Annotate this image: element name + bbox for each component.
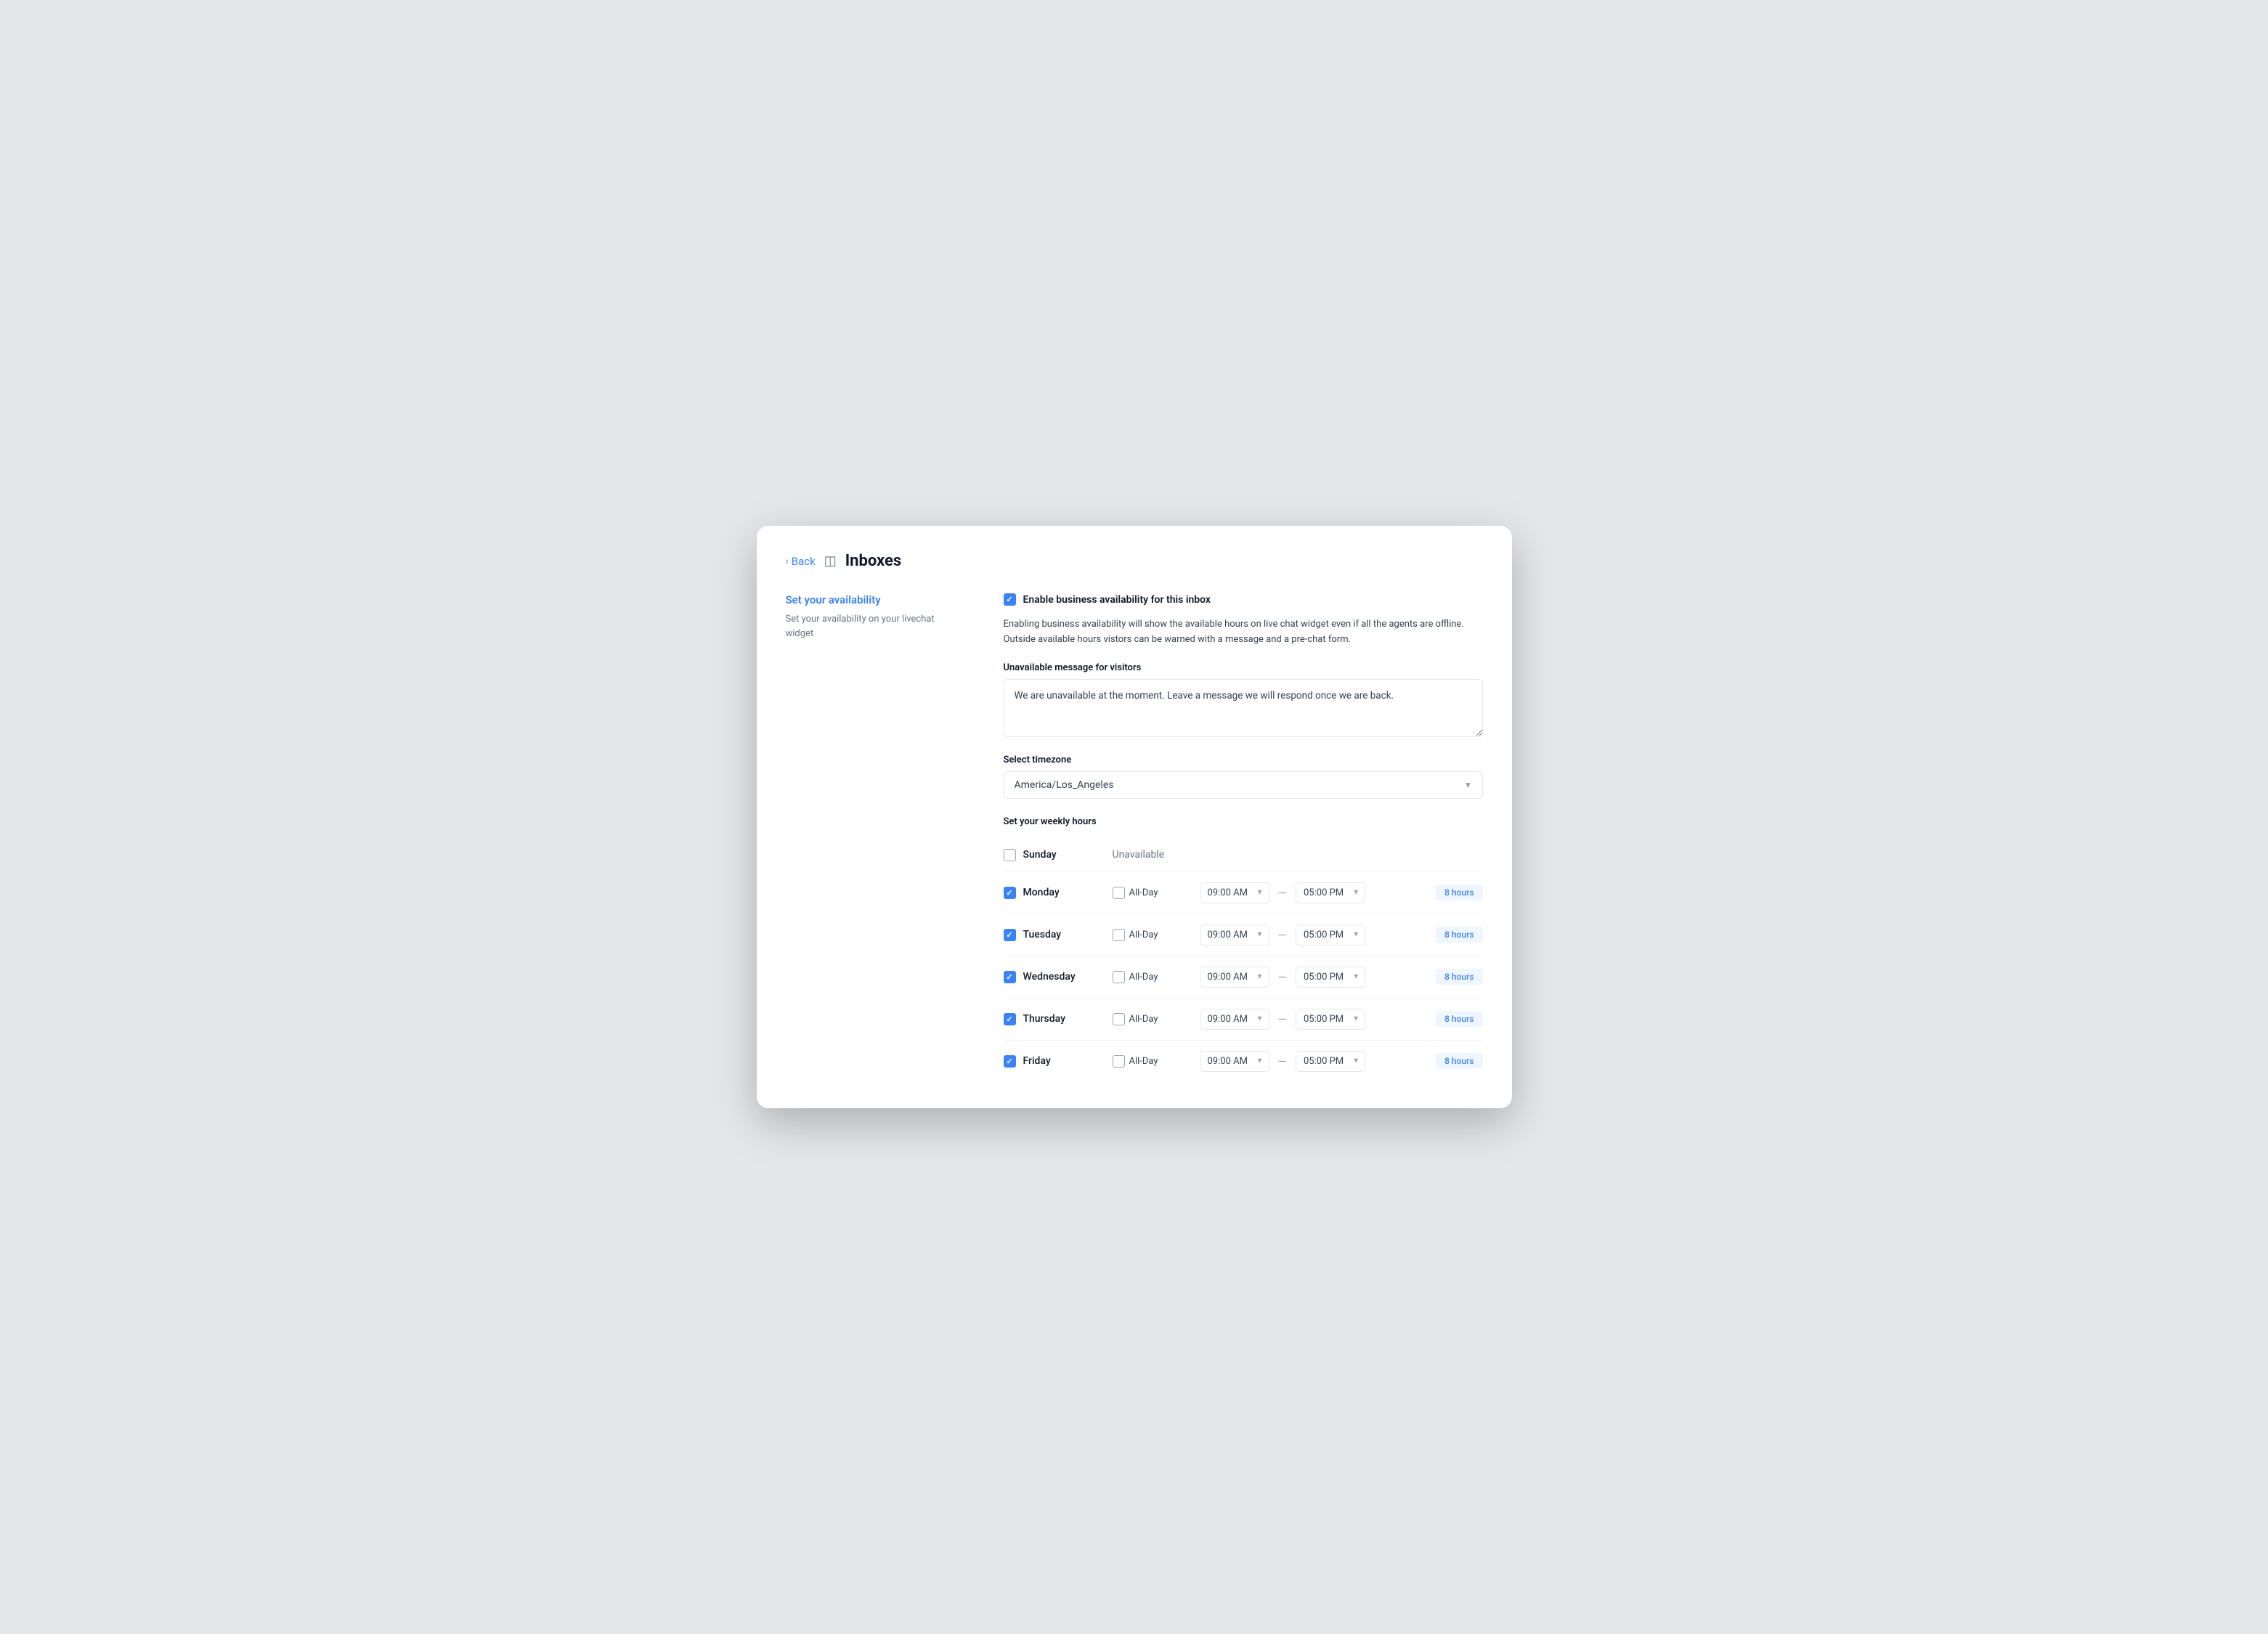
tuesday-start-time[interactable]: 09:00 AM 08:00 AM 10:00 AM 12:00 PM: [1200, 924, 1269, 946]
friday-allday-area: All-Day: [1113, 1055, 1185, 1068]
right-panel: Enable business availability for this in…: [1004, 593, 1483, 1082]
sunday-unavailable: Unavailable: [1113, 849, 1165, 861]
wednesday-hours-badge: 8 hours: [1436, 969, 1482, 985]
tuesday-hours-badge: 8 hours: [1436, 927, 1482, 943]
thursday-end-wrap: 05:00 PM 04:00 PM 06:00 PM 08:00 PM ▼: [1296, 1009, 1365, 1030]
friday-allday-label: All-Day: [1129, 1056, 1158, 1067]
tuesday-label: Tuesday: [1023, 929, 1062, 940]
left-panel: Set your availability Set your availabil…: [786, 593, 960, 1082]
timezone-label: Select timezone: [1004, 755, 1483, 765]
monday-hours-badge: 8 hours: [1436, 885, 1482, 901]
monday-dash: —: [1275, 886, 1291, 900]
monday-start-wrap: 09:00 AM 08:00 AM 10:00 AM 12:00 PM ▼: [1200, 882, 1269, 903]
thursday-checkbox-area: Thursday: [1004, 1013, 1098, 1025]
friday-hours-badge: 8 hours: [1436, 1053, 1482, 1069]
friday-end-time[interactable]: 05:00 PM 04:00 PM 06:00 PM 08:00 PM: [1296, 1051, 1365, 1072]
monday-checkbox-area: Monday: [1004, 887, 1098, 899]
main-window: ‹ Back ◫ Inboxes Set your availability S…: [757, 526, 1512, 1108]
table-row: Thursday All-Day 09:00 AM 08:00 AM 10:00…: [1004, 999, 1483, 1041]
tuesday-end-wrap: 05:00 PM 04:00 PM 06:00 PM 08:00 PM ▼: [1296, 924, 1365, 946]
monday-time-area: 09:00 AM 08:00 AM 10:00 AM 12:00 PM ▼ — …: [1200, 882, 1483, 903]
back-link[interactable]: ‹ Back: [786, 555, 816, 568]
description-text: Enabling business availability will show…: [1004, 617, 1483, 648]
table-row: Monday All-Day 09:00 AM 08:00 AM 10:00 A…: [1004, 872, 1483, 914]
wednesday-end-wrap: 05:00 PM 04:00 PM 06:00 PM 08:00 PM ▼: [1296, 967, 1365, 988]
tuesday-allday-checkbox[interactable]: [1113, 929, 1125, 941]
back-chevron-icon: ‹: [786, 556, 789, 567]
wednesday-allday-label: All-Day: [1129, 972, 1158, 983]
tuesday-checkbox[interactable]: [1004, 929, 1016, 941]
section-title: Set your availability: [786, 593, 960, 606]
wednesday-allday-area: All-Day: [1113, 971, 1185, 983]
thursday-allday-checkbox[interactable]: [1113, 1013, 1125, 1025]
friday-checkbox[interactable]: [1004, 1055, 1016, 1068]
friday-time-area: 09:00 AM 08:00 AM 10:00 AM 12:00 PM ▼ — …: [1200, 1051, 1483, 1072]
inbox-icon: ◫: [824, 553, 837, 569]
tuesday-allday-label: All-Day: [1129, 930, 1158, 940]
enable-row: Enable business availability for this in…: [1004, 593, 1483, 606]
wednesday-checkbox-area: Wednesday: [1004, 971, 1098, 983]
friday-checkbox-area: Friday: [1004, 1055, 1098, 1068]
wednesday-end-time[interactable]: 05:00 PM 04:00 PM 06:00 PM 08:00 PM: [1296, 967, 1365, 988]
tuesday-dash: —: [1275, 928, 1291, 942]
friday-end-wrap: 05:00 PM 04:00 PM 06:00 PM 08:00 PM ▼: [1296, 1051, 1365, 1072]
wednesday-time-area: 09:00 AM 08:00 AM 10:00 AM 12:00 PM ▼ — …: [1200, 967, 1483, 988]
friday-dash: —: [1275, 1054, 1291, 1068]
sunday-label: Sunday: [1023, 849, 1057, 861]
friday-start-wrap: 09:00 AM 08:00 AM 10:00 AM 12:00 PM ▼: [1200, 1051, 1269, 1072]
friday-start-time[interactable]: 09:00 AM 08:00 AM 10:00 AM 12:00 PM: [1200, 1051, 1269, 1072]
unavailable-message-textarea[interactable]: [1004, 679, 1483, 737]
timezone-select[interactable]: America/Los_Angeles America/New_York Ame…: [1004, 771, 1483, 799]
header: ‹ Back ◫ Inboxes: [786, 552, 1483, 570]
wednesday-start-wrap: 09:00 AM 08:00 AM 10:00 AM 12:00 PM ▼: [1200, 967, 1269, 988]
tuesday-end-time[interactable]: 05:00 PM 04:00 PM 06:00 PM 08:00 PM: [1296, 924, 1365, 946]
table-row: Sunday Unavailable: [1004, 839, 1483, 872]
thursday-start-time[interactable]: 09:00 AM 08:00 AM 10:00 AM 12:00 PM: [1200, 1009, 1269, 1030]
wednesday-dash: —: [1275, 970, 1291, 984]
page-title: Inboxes: [845, 552, 902, 570]
wednesday-checkbox[interactable]: [1004, 971, 1016, 983]
monday-end-time[interactable]: 05:00 PM 04:00 PM 06:00 PM 08:00 PM: [1296, 882, 1365, 903]
thursday-label: Thursday: [1023, 1013, 1065, 1025]
monday-checkbox[interactable]: [1004, 887, 1016, 899]
tuesday-time-area: 09:00 AM 08:00 AM 10:00 AM 12:00 PM ▼ — …: [1200, 924, 1483, 946]
monday-allday-checkbox[interactable]: [1113, 887, 1125, 899]
tuesday-checkbox-area: Tuesday: [1004, 929, 1098, 941]
wednesday-start-time[interactable]: 09:00 AM 08:00 AM 10:00 AM 12:00 PM: [1200, 967, 1269, 988]
enable-checkbox[interactable]: [1004, 593, 1016, 606]
back-label: Back: [792, 555, 816, 568]
monday-allday-label: All-Day: [1129, 887, 1158, 898]
thursday-allday-label: All-Day: [1129, 1014, 1158, 1025]
table-row: Wednesday All-Day 09:00 AM 08:00 AM 10:0…: [1004, 956, 1483, 999]
monday-start-time[interactable]: 09:00 AM 08:00 AM 10:00 AM 12:00 PM: [1200, 882, 1269, 903]
thursday-allday-area: All-Day: [1113, 1013, 1185, 1025]
sunday-checkbox-area: Sunday: [1004, 849, 1098, 861]
monday-end-wrap: 05:00 PM 04:00 PM 06:00 PM 08:00 PM ▼: [1296, 882, 1365, 903]
thursday-start-wrap: 09:00 AM 08:00 AM 10:00 AM 12:00 PM ▼: [1200, 1009, 1269, 1030]
section-subtitle: Set your availability on your livechat w…: [786, 612, 960, 641]
thursday-time-area: 09:00 AM 08:00 AM 10:00 AM 12:00 PM ▼ — …: [1200, 1009, 1483, 1030]
sunday-checkbox[interactable]: [1004, 849, 1016, 861]
wednesday-allday-checkbox[interactable]: [1113, 971, 1125, 983]
friday-label: Friday: [1023, 1055, 1051, 1067]
wednesday-label: Wednesday: [1023, 971, 1076, 983]
monday-label: Monday: [1023, 887, 1060, 898]
table-row: Tuesday All-Day 09:00 AM 08:00 AM 10:00 …: [1004, 914, 1483, 956]
friday-allday-checkbox[interactable]: [1113, 1055, 1125, 1068]
unavailable-message-label: Unavailable message for visitors: [1004, 662, 1483, 673]
tuesday-start-wrap: 09:00 AM 08:00 AM 10:00 AM 12:00 PM ▼: [1200, 924, 1269, 946]
content-area: Set your availability Set your availabil…: [786, 593, 1483, 1082]
timezone-select-wrapper: America/Los_Angeles America/New_York Ame…: [1004, 771, 1483, 799]
day-rows-container: Monday All-Day 09:00 AM 08:00 AM 10:00 A…: [1004, 872, 1483, 1082]
tuesday-allday-area: All-Day: [1113, 929, 1185, 941]
table-row: Friday All-Day 09:00 AM 08:00 AM 10:00 A…: [1004, 1041, 1483, 1082]
monday-allday-area: All-Day: [1113, 887, 1185, 899]
thursday-hours-badge: 8 hours: [1436, 1011, 1482, 1027]
thursday-end-time[interactable]: 05:00 PM 04:00 PM 06:00 PM 08:00 PM: [1296, 1009, 1365, 1030]
thursday-checkbox[interactable]: [1004, 1013, 1016, 1025]
enable-label: Enable business availability for this in…: [1023, 594, 1211, 606]
thursday-dash: —: [1275, 1012, 1291, 1026]
weekly-hours-label: Set your weekly hours: [1004, 816, 1483, 827]
